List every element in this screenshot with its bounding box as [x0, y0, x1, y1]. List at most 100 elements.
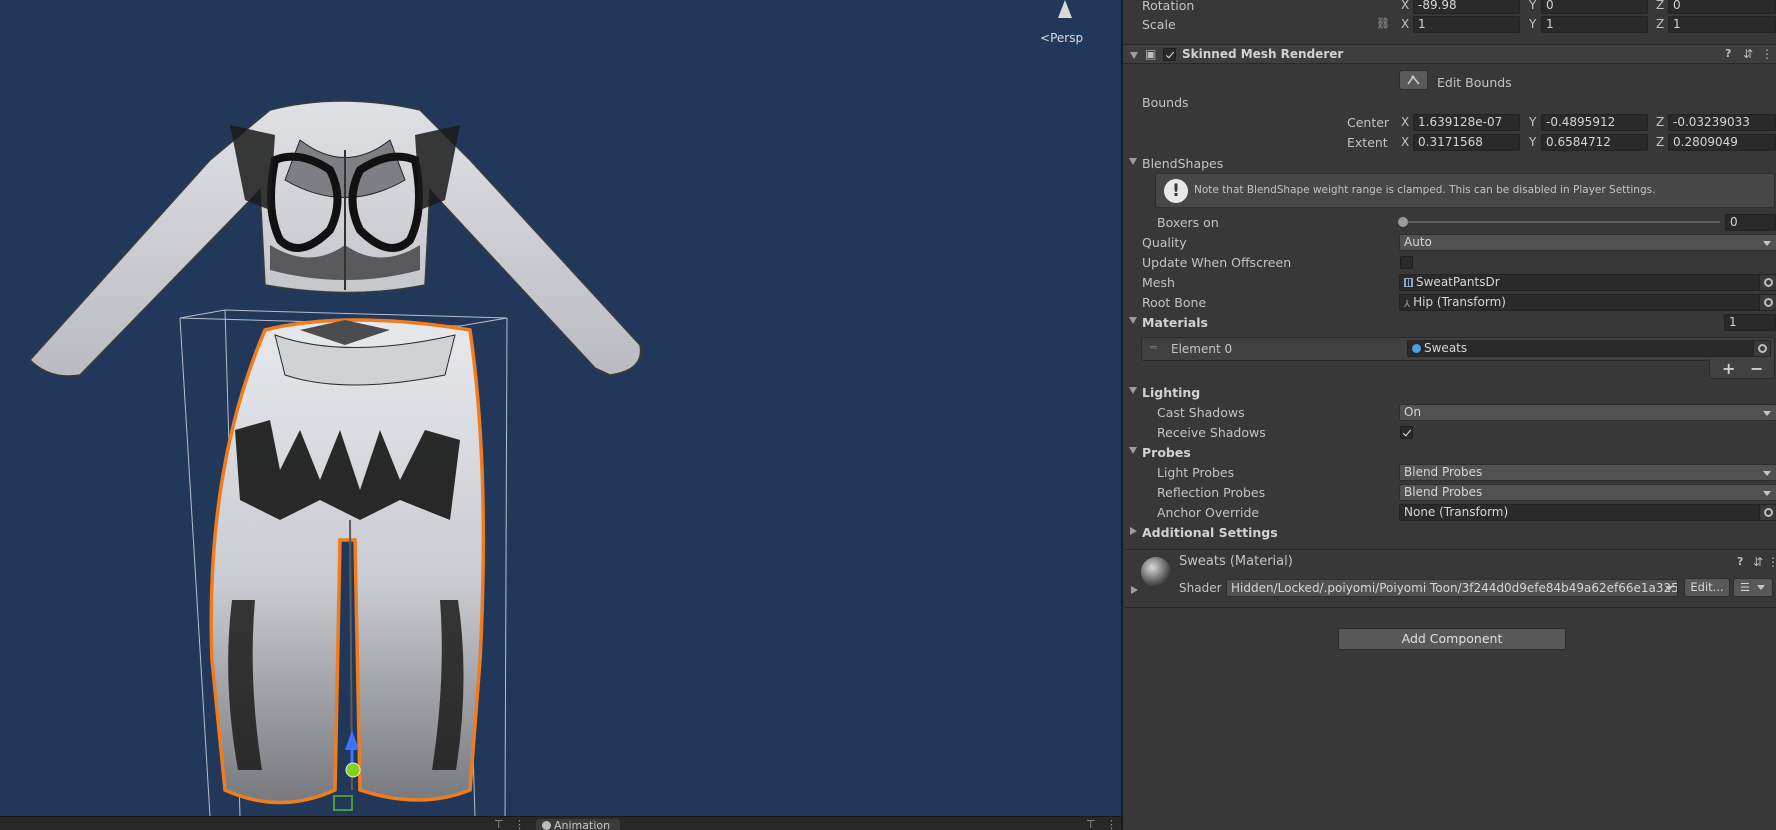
animation-icon: [542, 821, 551, 830]
update-offscreen-checkbox[interactable]: [1400, 256, 1413, 269]
material-title: Sweats (Material): [1179, 554, 1293, 569]
bottom-dock-strip: ⊤ ⋮ Animation ⊤ ⋮: [0, 816, 1121, 830]
blendshape-note-helpbox: ! Note that BlendShape weight range is c…: [1155, 173, 1775, 208]
component-menu-icon[interactable]: ⋮: [1761, 47, 1773, 61]
material-expand-arrow-icon[interactable]: [1131, 586, 1138, 594]
collapse-arrow-icon[interactable]: [1130, 52, 1138, 59]
root-bone-object-field[interactable]: ⅄ Hip (Transform): [1399, 294, 1776, 311]
kebab-menu-icon[interactable]: ⋮: [514, 818, 525, 830]
mesh-value: SweatPantsDr: [1416, 275, 1500, 289]
element0-object-field[interactable]: Sweats: [1407, 340, 1771, 357]
root-bone-row: Root Bone: [0, 294, 1206, 312]
axis-x-label: X: [1401, 115, 1410, 129]
rotation-label: Rotation: [1142, 0, 1195, 13]
receive-shadows-checkbox[interactable]: [1400, 426, 1413, 439]
dropdown-arrow-icon: [1763, 411, 1771, 416]
edit-button-label: Edit...: [1690, 580, 1724, 594]
rotation-y-field[interactable]: 0: [1541, 0, 1648, 14]
blendshapes-foldout[interactable]: BlendShapes: [0, 155, 1223, 173]
probes-foldout[interactable]: Probes: [0, 444, 1191, 462]
center-z-field[interactable]: -0.03239033: [1668, 114, 1776, 131]
center-y-field[interactable]: -0.4895912: [1541, 114, 1648, 131]
quality-dropdown[interactable]: Auto: [1399, 234, 1776, 251]
light-probes-dropdown[interactable]: Blend Probes: [1399, 464, 1776, 481]
lock-icon-right[interactable]: ⊤: [1086, 818, 1096, 830]
skinned-mesh-renderer-header[interactable]: ▣ Skinned Mesh Renderer ? ⇵ ⋮: [1123, 44, 1776, 64]
lighting-label: Lighting: [1142, 385, 1201, 400]
center-x-field[interactable]: 1.639128e-07: [1413, 114, 1520, 131]
anchor-override-object-field[interactable]: None (Transform): [1399, 504, 1776, 521]
object-picker-icon[interactable]: [1759, 505, 1776, 520]
blendshape-note-text: Note that BlendShape weight range is cla…: [1194, 184, 1656, 196]
collapse-arrow-icon[interactable]: [1129, 317, 1137, 324]
constrain-proportions-icon[interactable]: ⛓: [1376, 17, 1390, 30]
transform-gizmo[interactable]: [333, 730, 361, 811]
extent-y-field[interactable]: 0.6584712: [1541, 134, 1648, 151]
receive-shadows-row: Receive Shadows: [0, 424, 1413, 442]
help-icon[interactable]: ?: [1725, 47, 1731, 60]
material-menu-icon[interactable]: ⋮: [1767, 555, 1776, 569]
materials-label: Materials: [1142, 315, 1208, 330]
object-picker-icon[interactable]: [1759, 295, 1776, 310]
element0-value: Sweats: [1424, 341, 1468, 355]
quality-value: Auto: [1404, 235, 1432, 249]
collapse-arrow-icon[interactable]: [1129, 387, 1137, 394]
bounds-center-row: Center X 1.639128e-07 Y -0.4895912 Z -0.…: [0, 114, 1776, 132]
remove-element-button[interactable]: −: [1750, 359, 1763, 378]
scale-y-field[interactable]: 1: [1541, 16, 1648, 33]
scale-x-field[interactable]: 1: [1413, 16, 1520, 33]
reflection-probes-value: Blend Probes: [1404, 485, 1483, 499]
cast-shadows-dropdown[interactable]: On: [1399, 404, 1776, 421]
quality-label: Quality: [1142, 235, 1187, 250]
extent-z-field[interactable]: 0.2809049: [1668, 134, 1776, 151]
shader-options-button[interactable]: ☰: [1733, 578, 1773, 597]
component-enabled-checkbox[interactable]: [1163, 48, 1176, 61]
lighting-foldout[interactable]: Lighting: [0, 384, 1200, 402]
object-picker-icon[interactable]: [1759, 275, 1776, 290]
add-component-button[interactable]: Add Component: [1338, 628, 1566, 650]
shader-dropdown[interactable]: Hidden/Locked/.poiyomi/Poiyomi Toon/3f24…: [1226, 579, 1678, 597]
mesh-object-field[interactable]: SweatPantsDr: [1399, 274, 1776, 291]
material-help-icon[interactable]: ?: [1737, 555, 1743, 568]
extent-x-field[interactable]: 0.3171568: [1413, 134, 1520, 151]
material-presets-icon[interactable]: ⇵: [1753, 555, 1763, 569]
orientation-gizmo-cone[interactable]: [1058, 0, 1072, 18]
quality-row: Quality: [0, 234, 1187, 252]
perspective-toggle[interactable]: <Persp: [1040, 31, 1083, 45]
shader-edit-button[interactable]: Edit...: [1684, 578, 1730, 597]
list-icon: ☰: [1740, 581, 1750, 594]
axis-z-label: Z: [1656, 115, 1665, 129]
rotation-x-field[interactable]: -89.98: [1413, 0, 1520, 14]
kebab-menu-icon-right[interactable]: ⋮: [1106, 818, 1117, 830]
axis-y-label: Y: [1529, 135, 1537, 149]
presets-icon[interactable]: ⇵: [1743, 47, 1753, 61]
edit-bounds-label: Edit Bounds: [1437, 75, 1512, 90]
material-sphere-icon: [1412, 344, 1421, 353]
materials-count-field[interactable]: 1: [1724, 314, 1776, 331]
expand-arrow-icon[interactable]: [1130, 527, 1137, 535]
material-preview-sphere: [1141, 557, 1171, 587]
materials-foldout[interactable]: Materials 1: [0, 314, 1776, 332]
blendshape-slider-track[interactable]: [1403, 221, 1720, 223]
add-element-button[interactable]: +: [1722, 359, 1735, 378]
persp-arrow-icon: <: [1040, 31, 1051, 45]
drag-handle-icon[interactable]: ═: [1150, 341, 1157, 354]
reflection-probes-dropdown[interactable]: Blend Probes: [1399, 484, 1776, 501]
axis-y-label: Y: [1529, 115, 1537, 129]
blendshape-value-field[interactable]: 0: [1725, 214, 1776, 231]
axis-z-label: Z: [1656, 0, 1665, 12]
scale-z-field[interactable]: 1: [1668, 16, 1776, 33]
mesh-row: Mesh: [0, 274, 1175, 292]
rotation-z-field[interactable]: 0: [1668, 0, 1776, 14]
lock-icon[interactable]: ⊤: [494, 818, 504, 830]
object-picker-icon[interactable]: [1753, 341, 1770, 356]
light-probes-value: Blend Probes: [1404, 465, 1483, 479]
mesh-label: Mesh: [1142, 275, 1175, 290]
blendshape-slider-knob[interactable]: [1398, 217, 1408, 227]
tab-animation[interactable]: Animation: [536, 819, 621, 830]
dropdown-arrow-icon: [1665, 586, 1673, 591]
collapse-arrow-icon[interactable]: [1129, 447, 1137, 454]
edit-bounds-button[interactable]: [1399, 70, 1428, 90]
collapse-arrow-icon[interactable]: [1129, 158, 1137, 165]
additional-settings-foldout[interactable]: Additional Settings: [0, 524, 1278, 542]
